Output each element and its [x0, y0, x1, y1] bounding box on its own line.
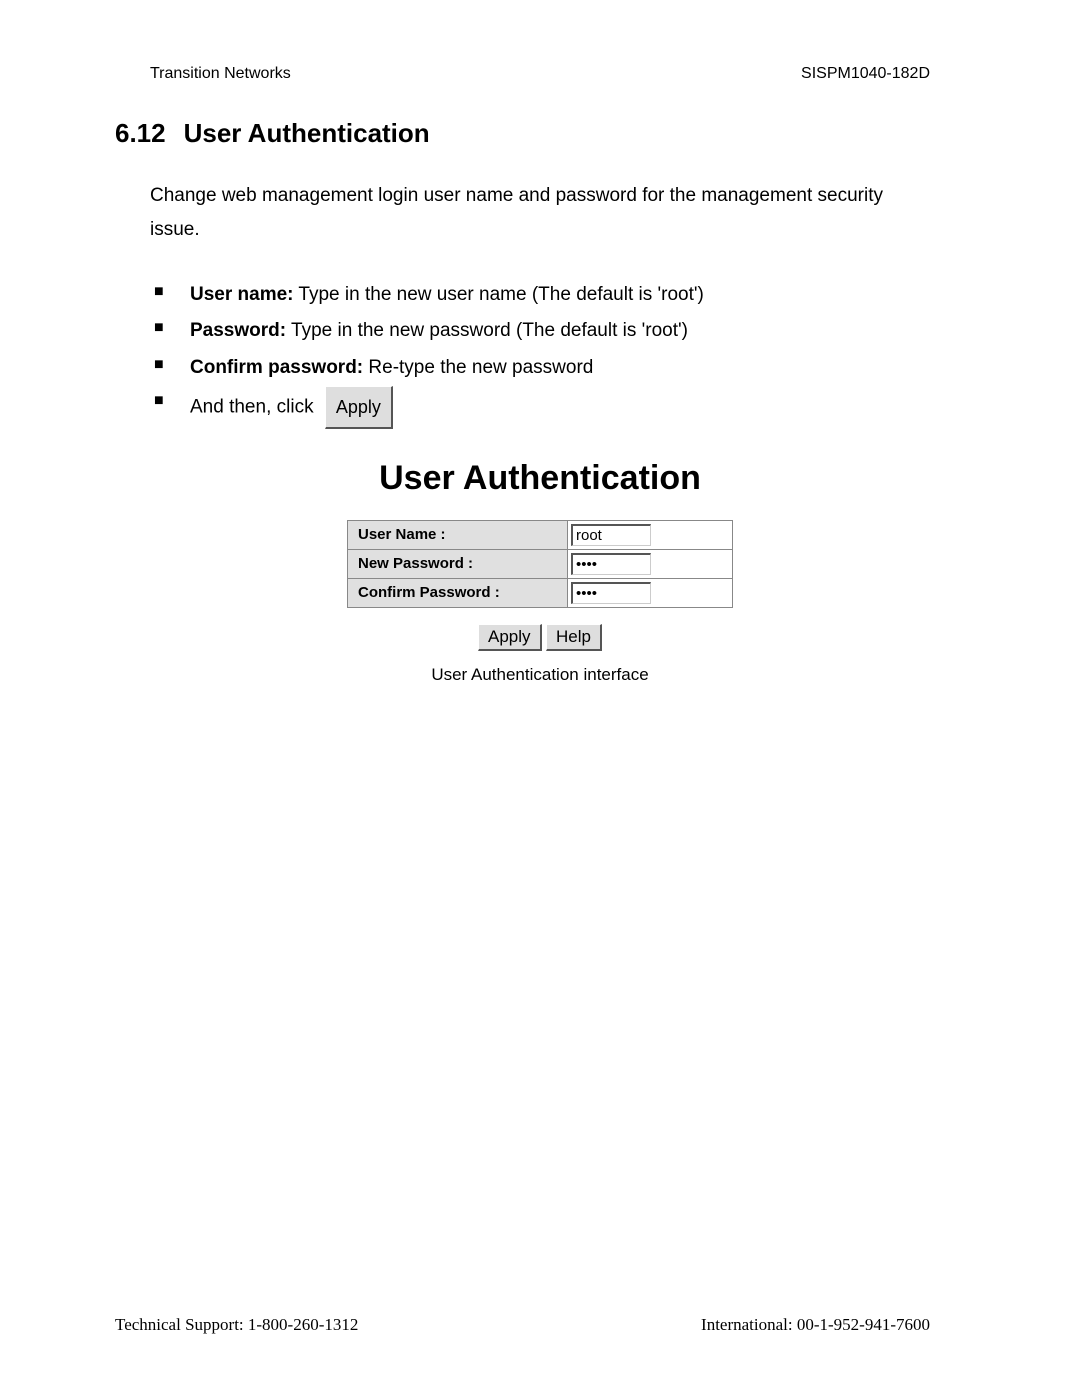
- username-input[interactable]: [571, 524, 651, 546]
- header-left: Transition Networks: [150, 65, 291, 83]
- row-newpass: New Password :: [348, 549, 733, 578]
- bullet-apply-text: And then, click: [190, 396, 319, 417]
- section-heading: 6.12 User Authentication: [115, 118, 930, 149]
- row-username: User Name :: [348, 520, 733, 549]
- confirmpassword-input[interactable]: [571, 582, 651, 604]
- ui-screenshot: User Authentication User Name : New Pass…: [150, 459, 930, 685]
- bullet-password-label: Password:: [190, 320, 286, 341]
- section-number: 6.12: [115, 118, 166, 148]
- bullet-username: User name: Type in the new user name (Th…: [150, 277, 930, 313]
- row-confirm: Confirm Password :: [348, 578, 733, 607]
- section-title: User Authentication: [184, 118, 430, 148]
- bullet-confirm-label: Confirm password:: [190, 357, 363, 378]
- page-footer: Technical Support: 1-800-260-1312 Intern…: [0, 1315, 1080, 1335]
- bullet-confirm: Confirm password: Re-type the new passwo…: [150, 350, 930, 386]
- apply-button-inline[interactable]: Apply: [325, 386, 393, 429]
- page-header: Transition Networks SISPM1040-182D: [150, 65, 930, 83]
- footer-left: Technical Support: 1-800-260-1312: [115, 1315, 358, 1335]
- label-confirm: Confirm Password :: [348, 578, 568, 607]
- cell-newpass: [568, 549, 733, 578]
- button-row: Apply Help: [150, 624, 930, 651]
- cell-confirm: [568, 578, 733, 607]
- bullet-confirm-text: Re-type the new password: [363, 357, 593, 378]
- cell-username: [568, 520, 733, 549]
- bullet-password-text: Type in the new password (The default is…: [286, 320, 688, 341]
- ui-caption: User Authentication interface: [150, 665, 930, 685]
- bullet-password: Password: Type in the new password (The …: [150, 313, 930, 349]
- bullet-username-text: Type in the new user name (The default i…: [294, 284, 704, 305]
- label-username: User Name :: [348, 520, 568, 549]
- bullet-list: User name: Type in the new user name (Th…: [150, 277, 930, 428]
- ui-title: User Authentication: [150, 459, 930, 498]
- bullet-apply: And then, click Apply: [150, 386, 930, 429]
- label-newpass: New Password :: [348, 549, 568, 578]
- newpassword-input[interactable]: [571, 553, 651, 575]
- auth-form-table: User Name : New Password : Confirm Passw…: [347, 520, 733, 608]
- intro-paragraph: Change web management login user name an…: [150, 179, 930, 247]
- bullet-username-label: User name:: [190, 284, 294, 305]
- help-button[interactable]: Help: [546, 624, 602, 651]
- apply-button[interactable]: Apply: [478, 624, 542, 651]
- header-right: SISPM1040-182D: [801, 65, 930, 83]
- footer-right: International: 00-1-952-941-7600: [701, 1315, 930, 1335]
